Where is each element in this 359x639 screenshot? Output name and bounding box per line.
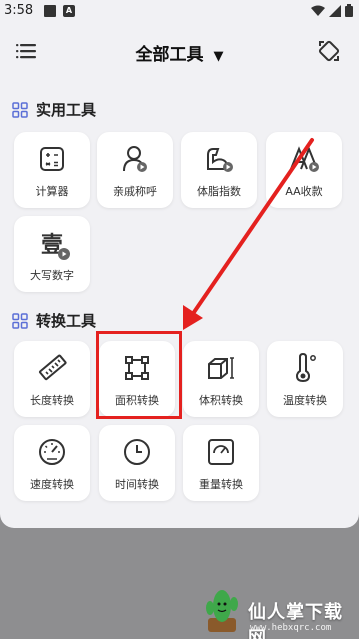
- tool-label: 体积转换: [199, 394, 243, 407]
- scale-icon: [208, 439, 234, 465]
- annotation-highlight-box: [96, 331, 182, 419]
- rotate-screen-icon[interactable]: [317, 39, 341, 63]
- section-header-utility: 实用工具: [12, 99, 96, 120]
- section-title: 转换工具: [36, 312, 97, 330]
- tool-label: 计算器: [35, 185, 69, 198]
- tool-label: 大写数字: [30, 269, 74, 282]
- person-icon: [123, 146, 147, 172]
- tool-label: 时间转换: [115, 478, 159, 491]
- tool-card-temperature[interactable]: 温度转换: [267, 341, 343, 417]
- section-header-conversion: 转换工具: [12, 310, 96, 331]
- tool-card-relatives[interactable]: 亲戚称呼: [97, 132, 173, 208]
- watermark-url: www.hebxqrc.com: [250, 623, 332, 633]
- section-title: 实用工具: [36, 101, 97, 119]
- tool-label: 速度转换: [30, 478, 74, 491]
- cactus-logo-icon: [206, 590, 238, 632]
- grid-icon: [12, 312, 28, 329]
- battery-icon: [345, 4, 353, 17]
- tool-label: AA收款: [285, 185, 323, 198]
- aa-icon: [290, 146, 319, 172]
- tool-label: 长度转换: [30, 394, 74, 407]
- tool-card-body-fat[interactable]: 体脂指数: [181, 132, 257, 208]
- tool-card-chinese-numerals[interactable]: 壹 大写数字: [14, 216, 90, 292]
- muscle-icon: [207, 148, 233, 172]
- wifi-icon: [311, 5, 325, 16]
- speedometer-icon: [39, 439, 65, 465]
- page-title-dropdown[interactable]: 全部工具 ▼: [0, 40, 359, 65]
- grid-icon: [12, 101, 28, 118]
- signal-icon: [329, 4, 341, 17]
- status-bar: 3:58 A: [0, 0, 359, 24]
- tool-card-speed[interactable]: 速度转换: [14, 425, 90, 501]
- tool-card-length[interactable]: 长度转换: [14, 341, 90, 417]
- status-right-icons: [311, 4, 353, 17]
- clock-icon: [124, 439, 150, 465]
- tool-card-weight[interactable]: 重量转换: [183, 425, 259, 501]
- tool-label: 重量转换: [199, 478, 243, 491]
- a-notification-icon: A: [63, 5, 75, 17]
- chevron-down-icon: ▼: [213, 49, 224, 64]
- page-title: 全部工具: [135, 45, 204, 65]
- tool-card-volume[interactable]: 体积转换: [183, 341, 259, 417]
- status-time: 3:58: [4, 3, 34, 18]
- app-header: 全部工具 ▼: [0, 32, 359, 72]
- tool-card-aa-payment[interactable]: AA收款: [266, 132, 342, 208]
- cube-icon: [208, 357, 234, 379]
- ruler-icon: [39, 354, 67, 381]
- tool-label: 体脂指数: [197, 185, 241, 198]
- thermometer-icon: [295, 353, 316, 383]
- tool-label: 温度转换: [283, 394, 327, 407]
- tool-card-time[interactable]: 时间转换: [99, 425, 175, 501]
- app-screen: 3:58 A 全部工具 ▼ 实用工具 计算器 亲戚称呼 体脂指数 AA收款 壹 …: [0, 0, 359, 528]
- notification-icon: [44, 5, 56, 17]
- calculator-icon: [40, 147, 64, 171]
- play-badge-icon: [58, 248, 70, 260]
- tool-card-calculator[interactable]: 计算器: [14, 132, 90, 208]
- watermark: 仙人掌下载网 www.hebxqrc.com: [196, 590, 356, 639]
- tool-label: 亲戚称呼: [113, 185, 157, 198]
